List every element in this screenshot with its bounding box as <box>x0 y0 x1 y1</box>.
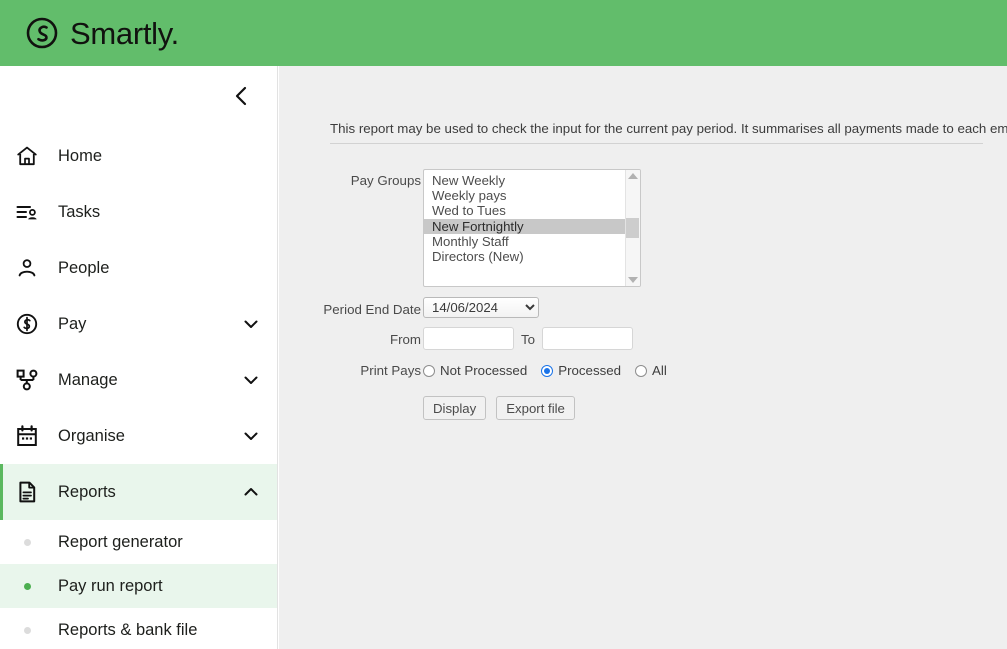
sidebar-item-label: Pay <box>58 315 243 334</box>
export-file-button[interactable]: Export file <box>496 396 575 420</box>
chevron-left-icon <box>233 85 249 110</box>
list-item-selected[interactable]: New Fortnightly <box>424 219 625 234</box>
chevron-down-icon <box>243 316 259 332</box>
print-pays-row: Print Pays Not Processed Processed All <box>279 361 1007 378</box>
dollar-circle-icon <box>14 311 40 337</box>
radio-label: Processed <box>558 363 621 378</box>
sidebar-subitem-label: Reports & bank file <box>58 621 197 640</box>
radio-circle-icon[interactable] <box>635 365 647 377</box>
sidebar-subitem-label: Pay run report <box>58 577 163 596</box>
sidebar-item-label: People <box>58 259 259 278</box>
list-item[interactable]: Wed to Tues <box>424 203 625 218</box>
report-description: This report may be used to check the inp… <box>330 121 983 144</box>
list-item[interactable]: Directors (New) <box>424 249 625 264</box>
scrollbar-thumb[interactable] <box>626 218 639 238</box>
actions-spacer <box>279 386 423 390</box>
sidebar-item-home[interactable]: Home <box>0 128 277 184</box>
app-root: Smartly. Home <box>0 0 1007 649</box>
pay-groups-row: Pay Groups New Weekly Weekly pays Wed to… <box>279 169 1007 287</box>
sidebar-collapse-row <box>0 66 277 128</box>
pay-run-report-form: Pay Groups New Weekly Weekly pays Wed to… <box>279 144 1007 420</box>
radio-processed[interactable]: Processed <box>541 363 621 378</box>
calendar-icon <box>14 423 40 449</box>
pay-groups-options: New Weekly Weekly pays Wed to Tues New F… <box>424 170 625 286</box>
sidebar-collapse-button[interactable] <box>227 83 255 111</box>
sidebar-item-people[interactable]: People <box>0 240 277 296</box>
triangle-up-icon[interactable] <box>628 173 638 179</box>
from-to-row: From To <box>279 327 1007 352</box>
radio-not-processed[interactable]: Not Processed <box>423 363 527 378</box>
document-icon <box>14 479 40 505</box>
app-header: Smartly. <box>0 0 1007 66</box>
to-label: To <box>514 327 542 352</box>
brand-name: Smartly. <box>70 18 179 49</box>
radio-all[interactable]: All <box>635 363 667 378</box>
tasks-icon <box>14 199 40 225</box>
form-actions: Display Export file <box>423 386 585 420</box>
radio-label: Not Processed <box>440 363 527 378</box>
list-item[interactable]: New Weekly <box>424 173 625 188</box>
radio-circle-icon[interactable] <box>423 365 435 377</box>
to-input[interactable] <box>542 327 633 350</box>
sidebar-item-label: Tasks <box>58 203 259 222</box>
home-icon <box>14 143 40 169</box>
sidebar-item-label: Manage <box>58 371 243 390</box>
bullet-dot-icon <box>14 583 40 590</box>
chevron-up-icon <box>243 484 259 500</box>
report-description-wrap: This report may be used to check the inp… <box>279 66 1007 144</box>
list-item[interactable]: Weekly pays <box>424 188 625 203</box>
chevron-down-icon <box>243 372 259 388</box>
bullet-dot-icon <box>14 627 40 634</box>
sidebar-item-organise[interactable]: Organise <box>0 408 277 464</box>
org-chart-icon <box>14 367 40 393</box>
main-content: This report may be used to check the inp… <box>279 66 1007 649</box>
sidebar-item-manage[interactable]: Manage <box>0 352 277 408</box>
sidebar-subitem-label: Report generator <box>58 533 183 552</box>
smartly-swirl-logo-icon <box>26 17 58 49</box>
sidebar-subitem-pay-run-report[interactable]: Pay run report <box>0 564 277 608</box>
display-button[interactable]: Display <box>423 396 486 420</box>
radio-label: All <box>652 363 667 378</box>
print-pays-label: Print Pays <box>279 361 423 378</box>
brand-logo[interactable]: Smartly. <box>26 17 179 49</box>
sidebar-item-label: Home <box>58 147 259 166</box>
sidebar-item-label: Organise <box>58 427 243 446</box>
period-end-date-label: Period End Date <box>279 297 423 317</box>
pay-groups-listbox[interactable]: New Weekly Weekly pays Wed to Tues New F… <box>423 169 641 287</box>
bullet-dot-icon <box>14 539 40 546</box>
sidebar-subitem-reports-bank-file[interactable]: Reports & bank file <box>0 608 277 649</box>
from-input[interactable] <box>423 327 514 350</box>
sidebar-item-label: Reports <box>58 483 243 502</box>
list-item[interactable]: Monthly Staff <box>424 234 625 249</box>
radio-circle-selected-icon[interactable] <box>541 365 553 377</box>
pay-groups-label: Pay Groups <box>279 169 423 188</box>
from-label: From <box>279 327 423 347</box>
chevron-down-icon <box>243 428 259 444</box>
sidebar-item-reports[interactable]: Reports <box>0 464 277 520</box>
period-end-date-row: Period End Date 14/06/2024 <box>279 297 1007 318</box>
triangle-down-icon[interactable] <box>628 277 638 283</box>
period-end-date-select[interactable]: 14/06/2024 <box>423 297 539 318</box>
form-actions-row: Display Export file <box>279 386 1007 420</box>
sidebar-item-tasks[interactable]: Tasks <box>0 184 277 240</box>
print-pays-radio-group: Not Processed Processed All <box>423 361 667 378</box>
sidebar-subitem-report-generator[interactable]: Report generator <box>0 520 277 564</box>
sidebar-item-pay[interactable]: Pay <box>0 296 277 352</box>
person-icon <box>14 255 40 281</box>
sidebar: Home Tasks <box>0 66 278 649</box>
